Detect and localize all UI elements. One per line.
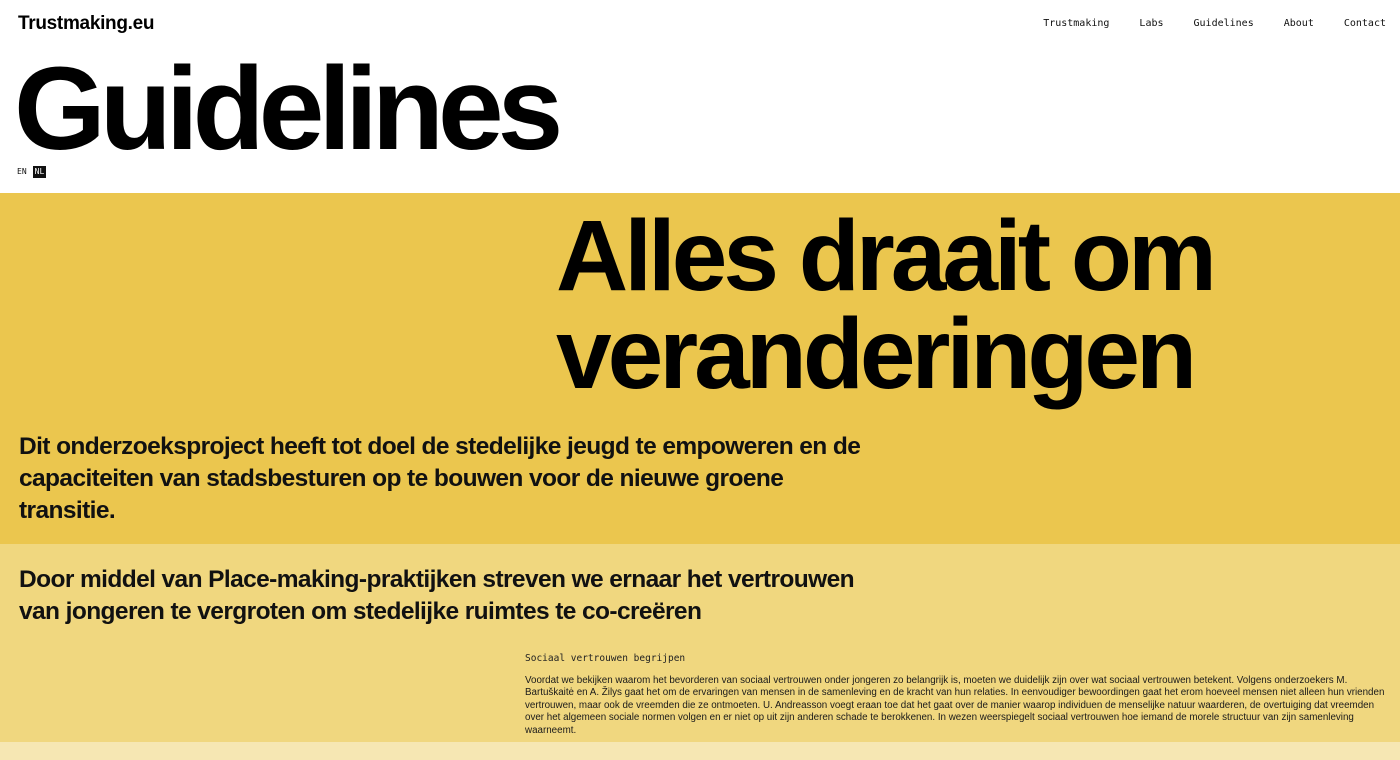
language-option-en[interactable]: EN xyxy=(15,166,29,178)
section-body-text: Voordat we bekijken waarom het bevordere… xyxy=(525,675,1385,736)
nav-link-trustmaking[interactable]: Trustmaking xyxy=(1043,18,1109,29)
content-section: Door middel van Place-making-praktijken … xyxy=(0,544,1400,742)
page-title: Guidelines xyxy=(14,43,563,175)
nav-link-about[interactable]: About xyxy=(1284,18,1314,29)
hero-section: Alles draait om veranderingen Dit onderz… xyxy=(0,193,1400,544)
section-heading: Sociaal vertrouwen begrijpen xyxy=(525,653,686,664)
main-nav: Trustmaking Labs Guidelines About Contac… xyxy=(1013,18,1386,29)
nav-link-labs[interactable]: Labs xyxy=(1139,18,1163,29)
next-section-strip xyxy=(0,742,1400,760)
hero-title: Alles draait om veranderingen xyxy=(556,200,1217,410)
brand-logo-link[interactable]: Trustmaking.eu xyxy=(18,13,155,35)
language-option-nl[interactable]: NL xyxy=(32,166,47,178)
nav-link-guidelines[interactable]: Guidelines xyxy=(1194,18,1254,29)
nav-link-contact[interactable]: Contact xyxy=(1344,18,1386,29)
language-switcher: EN NL xyxy=(15,166,47,178)
hero-lead-text: Dit onderzoeksproject heeft tot doel de … xyxy=(19,433,861,524)
section-lead-text: Door middel van Place-making-praktijken … xyxy=(19,566,855,625)
